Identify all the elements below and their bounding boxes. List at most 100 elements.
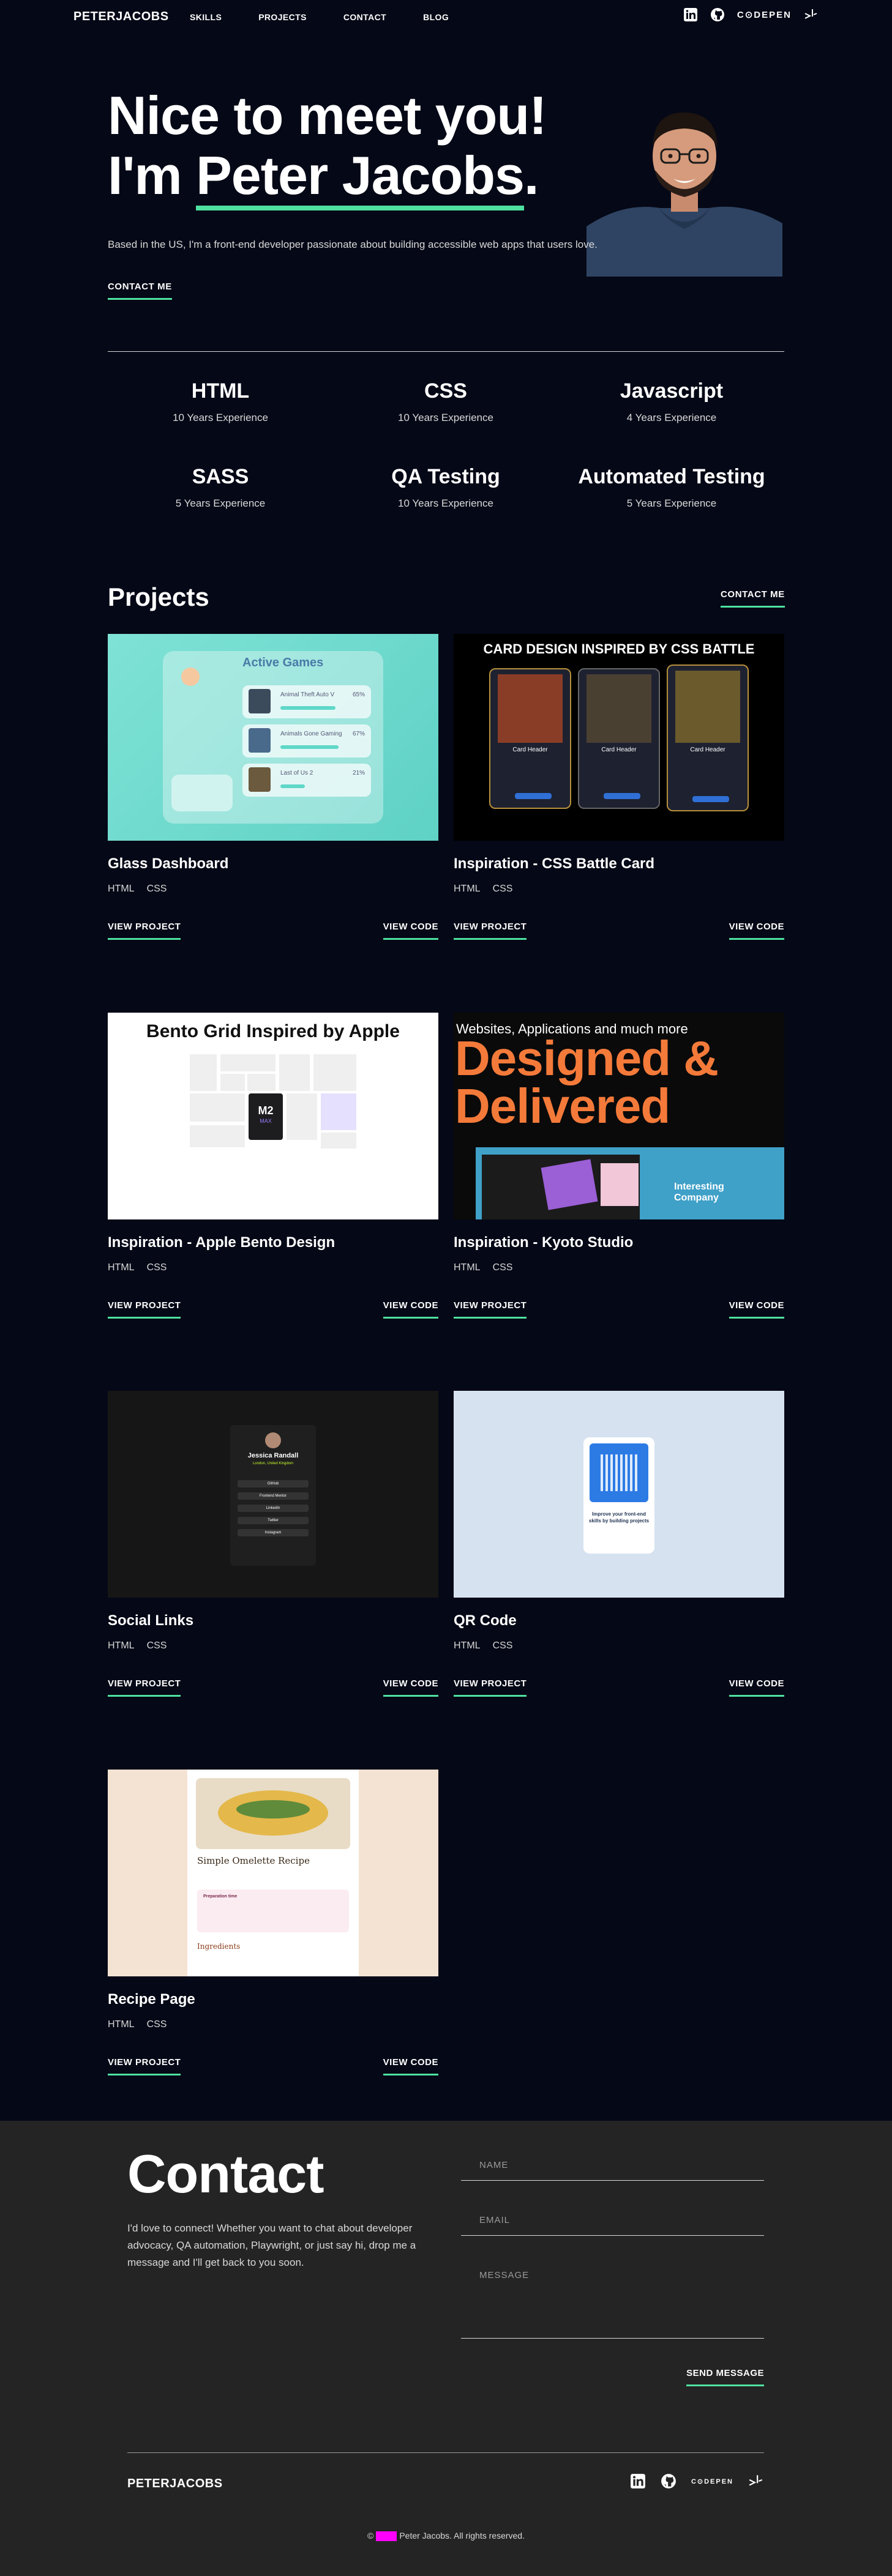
project-tags: HTML CSS [108, 1262, 167, 1273]
nav-link-skills[interactable]: SKILLS [190, 12, 222, 22]
message-field[interactable]: MESSAGE [461, 2270, 764, 2339]
project-tags: HTML CSS [454, 1262, 513, 1273]
nav-links: SKILLS PROJECTS CONTACT BLOG [190, 12, 449, 22]
view-code-button[interactable]: VIEW CODE [383, 1300, 438, 1319]
contact-text: I'd love to connect! Whether you want to… [127, 2222, 416, 2268]
view-code-button[interactable]: VIEW CODE [729, 1300, 784, 1319]
thumb-heading: Bento Grid Inspired by Apple [146, 1021, 400, 1041]
skill-item: QA Testing 10 Years Experience [335, 465, 556, 510]
codepen-link[interactable]: C⊙DEPEN [737, 9, 792, 20]
nav-link-contact[interactable]: CONTACT [343, 12, 386, 22]
nav-link-projects[interactable]: PROJECTS [258, 12, 307, 22]
skill-item: Automated Testing 5 Years Experience [561, 465, 782, 510]
project-card: Improve your front-end skills by buildin… [454, 1391, 784, 1703]
project-tags: HTML CSS [108, 1640, 167, 1651]
skill-experience: 10 Years Experience [398, 497, 493, 509]
project-thumbnail[interactable]: Simple Omelette Recipe Preparation time … [108, 1770, 438, 1976]
project-thumbnail[interactable]: CARD DESIGN INSPIRED BY CSS BATTLE Card … [454, 634, 784, 841]
skill-name: HTML [191, 379, 250, 403]
hero-contact-button[interactable]: CONTACT ME [108, 281, 172, 300]
project-thumbnail[interactable]: Improve your front-end skills by buildin… [454, 1391, 784, 1598]
view-project-button[interactable]: VIEW PROJECT [454, 921, 527, 940]
skill-item: CSS 10 Years Experience [335, 379, 556, 424]
projects-heading: Projects [108, 583, 209, 611]
site-logo[interactable]: PETERJACOBS [73, 10, 169, 24]
social-links: C⊙DEPEN [683, 7, 819, 22]
view-project-button[interactable]: VIEW PROJECT [108, 1300, 181, 1319]
project-thumbnail[interactable]: Bento Grid Inspired by Apple M2 MAX [108, 1013, 438, 1219]
project-card: Jessica Randall London, United Kingdom G… [108, 1391, 438, 1703]
skill-experience: 10 Years Experience [398, 412, 493, 423]
view-project-button[interactable]: VIEW PROJECT [454, 1300, 527, 1319]
contact-heading: Contact [127, 2143, 324, 2204]
project-card: CARD DESIGN INSPIRED BY CSS BATTLE Card … [454, 634, 784, 946]
view-project-button[interactable]: VIEW PROJECT [108, 921, 181, 940]
view-code-button[interactable]: VIEW CODE [729, 1678, 784, 1697]
skill-name: Javascript [620, 379, 724, 403]
hero-prefix: I'm [108, 145, 197, 206]
footer-logo[interactable]: PETERJACOBS [127, 2477, 223, 2491]
project-card: Bento Grid Inspired by Apple M2 MAX Insp… [108, 1013, 438, 1325]
frontend-mentor-icon[interactable] [804, 7, 819, 22]
skill-experience: 5 Years Experience [626, 497, 717, 509]
top-nav: PETERJACOBS SKILLS PROJECTS CONTACT BLOG… [0, 0, 892, 34]
project-card: Simple Omelette Recipe Preparation time … [108, 1770, 438, 2082]
project-title: Inspiration - CSS Battle Card [454, 855, 655, 872]
skill-name: Automated Testing [578, 465, 765, 488]
project-thumbnail[interactable]: Jessica Randall London, United Kingdom G… [108, 1391, 438, 1598]
hero-heading: Nice to meet you! I'm Peter Jacobs. [108, 86, 547, 210]
view-code-button[interactable]: VIEW CODE [383, 1678, 438, 1697]
view-project-button[interactable]: VIEW PROJECT [454, 1678, 527, 1697]
skill-name: SASS [192, 465, 249, 488]
view-project-button[interactable]: VIEW PROJECT [108, 2057, 181, 2075]
hero-suffix: . [523, 145, 539, 206]
project-thumbnail[interactable]: Active Games Animal Theft Auto V 65% Ani… [108, 634, 438, 841]
project-title: Recipe Page [108, 1991, 195, 2008]
projects-contact-button[interactable]: CONTACT ME [721, 589, 785, 608]
view-project-button[interactable]: VIEW PROJECT [108, 1678, 181, 1697]
codepen-link[interactable]: C⊙DEPEN [691, 2477, 733, 2485]
project-title: Glass Dashboard [108, 855, 229, 872]
hero-name: Peter Jacobs [196, 145, 525, 210]
project-title: Inspiration - Apple Bento Design [108, 1234, 335, 1251]
copyright: © Peter Jacobs. All rights reserved. [367, 2531, 525, 2542]
thumb-heading: Active Games [242, 656, 324, 669]
project-actions: VIEW PROJECT VIEW CODE [454, 921, 784, 946]
view-code-button[interactable]: VIEW CODE [383, 2057, 438, 2075]
project-tags: HTML CSS [454, 1640, 513, 1651]
skill-item: Javascript 4 Years Experience [561, 379, 782, 424]
project-actions: VIEW PROJECT VIEW CODE [108, 1300, 438, 1325]
skill-item: SASS 5 Years Experience [110, 465, 331, 510]
nav-link-blog[interactable]: BLOG [423, 12, 449, 22]
thumb-heading: CARD DESIGN INSPIRED BY CSS BATTLE [483, 641, 755, 657]
project-title: QR Code [454, 1612, 517, 1629]
project-title: Social Links [108, 1612, 194, 1629]
view-code-button[interactable]: VIEW CODE [383, 921, 438, 940]
project-title: Inspiration - Kyoto Studio [454, 1234, 634, 1251]
frontend-mentor-icon[interactable] [748, 2473, 764, 2489]
project-tags: HTML CSS [108, 2019, 167, 2030]
linkedin-icon[interactable] [683, 7, 698, 22]
project-card: Websites, Applications and much more Des… [454, 1013, 784, 1325]
project-tags: HTML CSS [454, 884, 513, 894]
year-placeholder [376, 2531, 397, 2542]
hero-line-2: I'm Peter Jacobs. [108, 145, 546, 210]
github-icon[interactable] [710, 7, 725, 22]
project-actions: VIEW PROJECT VIEW CODE [108, 1678, 438, 1703]
view-code-button[interactable]: VIEW CODE [729, 921, 784, 940]
skill-experience: 4 Years Experience [626, 412, 717, 423]
linkedin-icon[interactable] [630, 2473, 646, 2489]
github-icon[interactable] [661, 2473, 676, 2489]
project-thumbnail[interactable]: Websites, Applications and much more Des… [454, 1013, 784, 1219]
email-field[interactable]: EMAIL [461, 2215, 764, 2236]
project-card: Active Games Animal Theft Auto V 65% Ani… [108, 634, 438, 946]
contact-section: Contact I'd love to connect! Whether you… [0, 2121, 892, 2576]
project-actions: VIEW PROJECT VIEW CODE [108, 921, 438, 946]
skill-name: CSS [424, 379, 467, 403]
name-field[interactable]: NAME [461, 2160, 764, 2181]
skill-item: HTML 10 Years Experience [110, 379, 331, 424]
send-message-button[interactable]: SEND MESSAGE [686, 2368, 764, 2386]
skill-experience: 5 Years Experience [175, 497, 266, 509]
divider [108, 351, 784, 352]
project-actions: VIEW PROJECT VIEW CODE [454, 1678, 784, 1703]
